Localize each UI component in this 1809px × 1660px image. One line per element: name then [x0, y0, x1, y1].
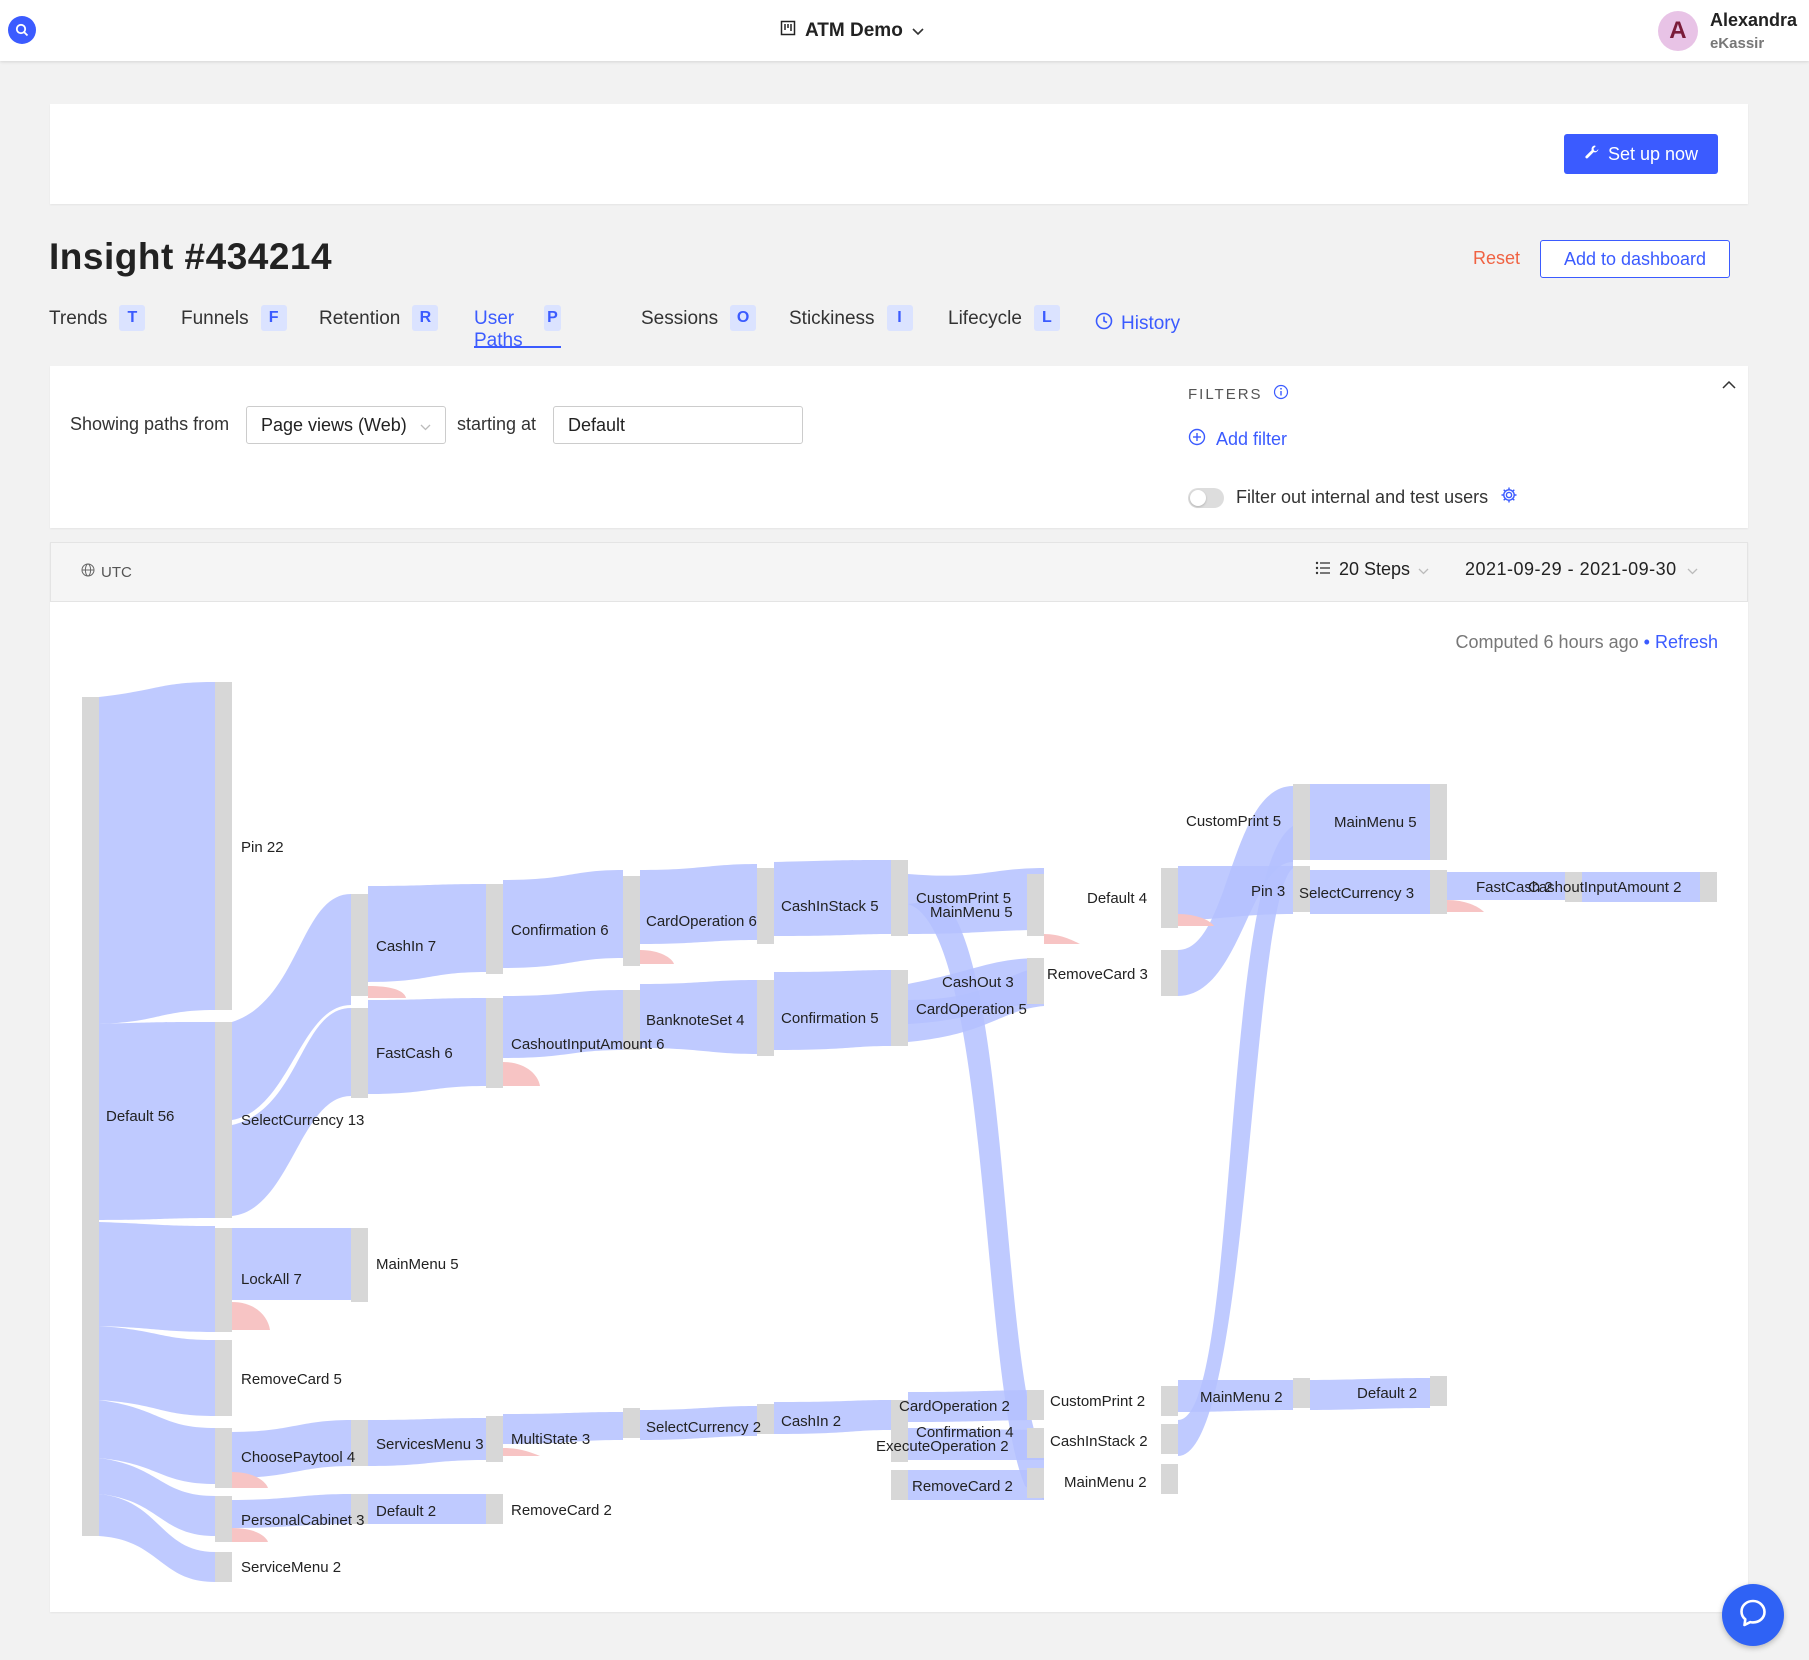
- sankey-node-label: CashIn 7: [376, 938, 436, 955]
- dropoff-marker: [503, 1448, 540, 1456]
- sankey-node-bar[interactable]: [891, 860, 908, 936]
- sankey-node-bar[interactable]: [1027, 1468, 1044, 1498]
- sankey-node-bar[interactable]: [351, 894, 368, 996]
- sankey-node-label: FastCash 6: [376, 1045, 453, 1062]
- sankey-node-label: RemoveCard 5: [241, 1371, 342, 1388]
- sankey-node-bar[interactable]: [486, 1494, 503, 1524]
- sankey-node-bar[interactable]: [351, 1228, 368, 1302]
- sankey-node-bar[interactable]: [351, 1008, 368, 1098]
- sankey-node-label: SelectCurrency 13: [241, 1112, 364, 1129]
- sankey-node-label: Default 56: [106, 1108, 174, 1125]
- sankey-node-label: SelectCurrency 3: [1299, 885, 1414, 902]
- chat-help-button[interactable]: [1722, 1584, 1784, 1646]
- sankey-node-bar[interactable]: [1027, 1428, 1044, 1458]
- sankey-node-bar[interactable]: [891, 970, 908, 1046]
- sankey-node-label: CustomPrint 5: [1186, 813, 1281, 830]
- sankey-node-bar[interactable]: [215, 682, 232, 1010]
- sankey-node-label: CustomPrint 2: [1050, 1393, 1145, 1410]
- sankey-node-bar[interactable]: [215, 1340, 232, 1416]
- sankey-node-bar[interactable]: [1161, 1424, 1178, 1454]
- chat-bubble-icon: [1738, 1598, 1768, 1633]
- sankey-node-bar[interactable]: [486, 884, 503, 974]
- dropoff-marker: [368, 986, 406, 998]
- sankey-link[interactable]: [99, 1222, 215, 1332]
- sankey-link[interactable]: [640, 864, 757, 944]
- sankey-node-label: CashInStack 5: [781, 898, 879, 915]
- sankey-link[interactable]: [368, 884, 486, 982]
- sankey-node-bar[interactable]: [891, 1470, 908, 1500]
- sankey-node-bar[interactable]: [757, 980, 774, 1056]
- sankey-node-label: MainMenu 5: [376, 1256, 459, 1273]
- sankey-node-bar[interactable]: [757, 868, 774, 944]
- sankey-node-label: MainMenu 5: [930, 904, 1013, 921]
- sankey-node-bar[interactable]: [215, 1022, 232, 1218]
- sankey-node-label: Default 4: [1087, 890, 1147, 907]
- sankey-node-label: SelectCurrency 2: [646, 1419, 761, 1436]
- sankey-node-label: CashoutInputAmount 6: [511, 1036, 664, 1053]
- sankey-node-bar[interactable]: [1430, 784, 1447, 860]
- sankey-node-bar[interactable]: [1700, 872, 1717, 902]
- sankey-node-label: RemoveCard 2: [511, 1502, 612, 1519]
- sankey-node-label: ChoosePaytool 4: [241, 1449, 355, 1466]
- sankey-node-bar[interactable]: [486, 1416, 503, 1462]
- sankey-node-label: RemoveCard 2: [912, 1478, 1013, 1495]
- sankey-node-bar[interactable]: [623, 876, 640, 966]
- sankey-node-bar[interactable]: [1293, 1378, 1310, 1408]
- sankey-node-bar[interactable]: [82, 697, 99, 1536]
- sankey-node-label: Default 2: [1357, 1385, 1417, 1402]
- sankey-node-bar[interactable]: [1293, 784, 1310, 860]
- sankey-node-label: CashOut 3: [942, 974, 1014, 991]
- sankey-node-label: LockAll 7: [241, 1271, 302, 1288]
- sankey-node-bar[interactable]: [215, 1552, 232, 1582]
- sankey-node-label: Pin 22: [241, 839, 284, 856]
- sankey-node-label: CardOperation 5: [916, 1001, 1027, 1018]
- sankey-link[interactable]: [232, 1228, 351, 1300]
- sankey-node-bar[interactable]: [1027, 958, 1044, 1004]
- sankey-node-bar[interactable]: [1027, 874, 1044, 936]
- sankey-node-bar[interactable]: [1161, 1464, 1178, 1494]
- sankey-node-label: CardOperation 6: [646, 913, 757, 930]
- dropoff-marker: [232, 1528, 268, 1542]
- dropoff-marker: [503, 1062, 540, 1086]
- dropoff-marker: [1044, 934, 1080, 944]
- sankey-link[interactable]: [503, 870, 623, 968]
- sankey-node-label: PersonalCabinet 3: [241, 1512, 364, 1529]
- sankey-node-label: MainMenu 2: [1064, 1474, 1147, 1491]
- sankey-node-label: MainMenu 5: [1334, 814, 1417, 831]
- sankey-node-bar[interactable]: [1430, 1376, 1447, 1406]
- sankey-node-bar[interactable]: [1161, 950, 1178, 996]
- sankey-node-bar[interactable]: [1430, 870, 1447, 914]
- sankey-node-label: ServicesMenu 3: [376, 1436, 484, 1453]
- sankey-node-bar[interactable]: [1161, 1386, 1178, 1416]
- sankey-node-label: BanknoteSet 4: [646, 1012, 744, 1029]
- sankey-node-label: RemoveCard 3: [1047, 966, 1148, 983]
- sankey-node-bar[interactable]: [1161, 868, 1178, 928]
- dropoff-marker: [1447, 900, 1484, 912]
- sankey-node-label: ServiceMenu 2: [241, 1559, 341, 1576]
- sankey-node-label: ExecuteOperation 2: [876, 1438, 1009, 1455]
- sankey-link[interactable]: [99, 682, 215, 1024]
- sankey-node-bar[interactable]: [215, 1228, 232, 1332]
- sankey-node-label: CashoutInputAmount 2: [1528, 879, 1681, 896]
- sankey-node-bar[interactable]: [215, 1428, 232, 1488]
- paths-sankey: Default 56 Pin 22 SelectCurrency 13 Lock…: [82, 682, 1717, 1582]
- sankey-node-label: Confirmation 6: [511, 922, 609, 939]
- sankey-node-bar[interactable]: [1027, 1390, 1044, 1420]
- sankey-node-label: Confirmation 5: [781, 1010, 879, 1027]
- sankey-node-label: CardOperation 2: [899, 1398, 1010, 1415]
- sankey-node-label: CashIn 2: [781, 1413, 841, 1430]
- dropoff-marker: [232, 1302, 270, 1330]
- sankey-node-label: MultiState 3: [511, 1431, 590, 1448]
- dropoff-marker: [640, 950, 674, 964]
- sankey-link[interactable]: [99, 1326, 215, 1416]
- sankey-node-bar[interactable]: [623, 1408, 640, 1438]
- sankey-node-label: Pin 3: [1251, 883, 1285, 900]
- sankey-node-label: MainMenu 2: [1200, 1389, 1283, 1406]
- sankey-node-label: CashInStack 2: [1050, 1433, 1148, 1450]
- sankey-node-label: Default 2: [376, 1503, 436, 1520]
- sankey-node-bar[interactable]: [486, 998, 503, 1088]
- sankey-node-bar[interactable]: [215, 1496, 232, 1542]
